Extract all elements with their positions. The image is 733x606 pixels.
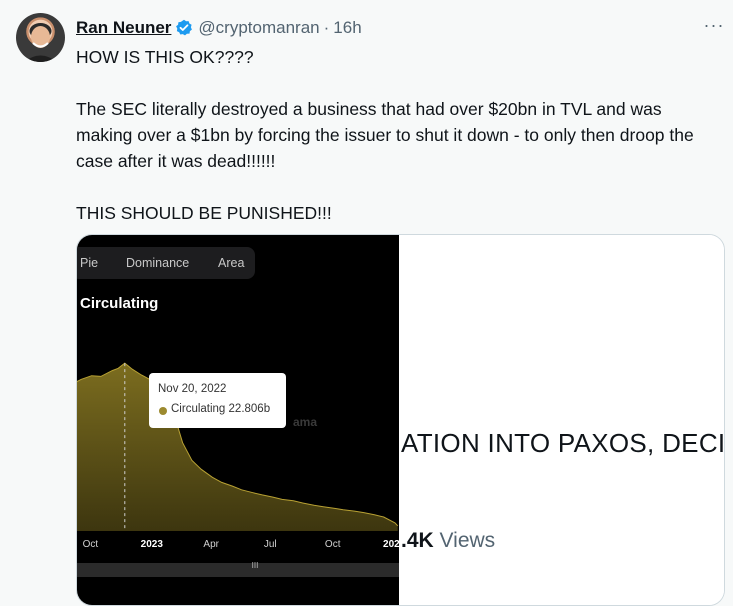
x-tick-label: Oct — [324, 539, 341, 550]
tooltip-series-dot — [159, 407, 167, 415]
x-tick-label: 2024 — [383, 539, 399, 550]
views-number: .4K — [401, 529, 434, 552]
tweet-header: Ran Neuner @cryptomanran · 16h — [76, 17, 362, 39]
tooltip-value: 22.806b — [228, 403, 271, 415]
tweet[interactable]: Ran Neuner @cryptomanran · 16h ··· HOW I… — [0, 0, 733, 606]
more-options-icon[interactable]: ··· — [702, 16, 726, 38]
tooltip-date: Nov 20, 2022 — [158, 383, 227, 395]
view-count: .4K Views — [401, 529, 495, 553]
preview-headline: ATION INTO PAXOS, DECID — [401, 428, 725, 458]
x-tick-label: Apr — [203, 539, 219, 550]
author-name[interactable]: Ran Neuner — [76, 18, 171, 38]
watermark-text: ama — [293, 415, 318, 429]
tweet-timestamp[interactable]: 16h — [333, 18, 361, 38]
x-tick-label: Oct — [82, 539, 99, 550]
verified-badge-icon — [175, 19, 193, 37]
tweet-text: HOW IS THIS OK???? The SEC literally des… — [76, 47, 694, 223]
author-handle[interactable]: @cryptomanran — [198, 18, 319, 38]
header-separator: · — [323, 18, 330, 37]
tooltip-series: Circulating 22.806b — [171, 403, 270, 415]
tooltip-series-name: Circulating — [171, 403, 226, 415]
scroll-handle-icon[interactable]: III — [251, 562, 259, 570]
chart-tooltip: Nov 20, 2022 Circulating 22.806b — [149, 373, 286, 428]
video-preview[interactable]: ATION INTO PAXOS, DECID .4K Views — [399, 235, 724, 605]
x-tick-label: 2023 — [140, 539, 163, 550]
x-tick-label: Jul — [263, 539, 277, 550]
chart-image[interactable]: Pie Dominance Area Circulating Nov 20, 2… — [77, 235, 399, 605]
chart-scrollbar[interactable] — [77, 563, 399, 577]
media-card[interactable]: Pie Dominance Area Circulating Nov 20, 2… — [76, 234, 725, 606]
avatar[interactable] — [16, 13, 65, 62]
views-label: Views — [433, 529, 496, 552]
